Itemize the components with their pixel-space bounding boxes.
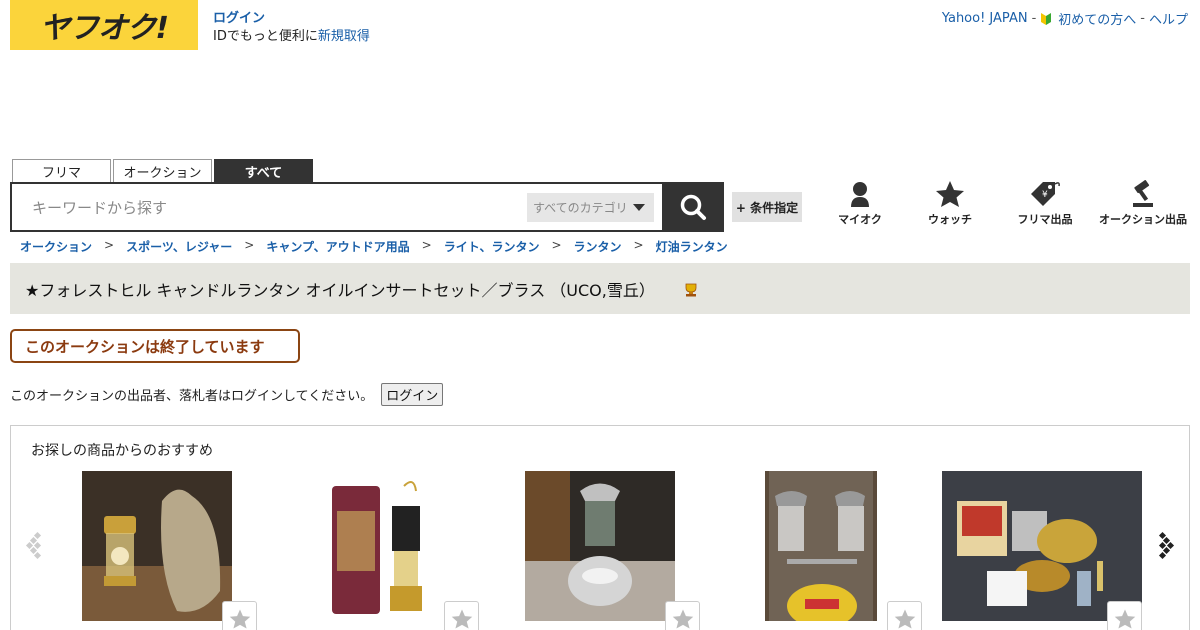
carousel-next-button[interactable] — [1156, 530, 1176, 564]
product-image-pressure-lantern[interactable] — [525, 471, 675, 621]
chevron-down-icon — [632, 204, 645, 211]
auction-ended-text: このオークションは終了しています — [25, 337, 265, 356]
breadcrumb: オークション > スポーツ、レジャー > キャンプ、アウトドア用品 > ライト、… — [20, 238, 728, 255]
search-tabs: フリマ オークション すべて — [12, 159, 313, 182]
tab-flea-market[interactable]: フリマ — [12, 159, 111, 182]
login-block: ログイン IDでもっと便利に新規取得 — [213, 10, 370, 46]
item-title-bar: ★フォレストヒル キャンドルランタン オイルインサートセット／ブラス （UCO,… — [10, 263, 1190, 314]
breadcrumb-item[interactable]: キャンプ、アウトドア用品 — [266, 238, 409, 255]
recommended-item[interactable] — [82, 471, 257, 630]
watch-button[interactable] — [222, 601, 257, 630]
recommended-item[interactable] — [942, 471, 1142, 630]
product-image-miners-lamp[interactable] — [304, 471, 454, 621]
nav-label: マイオク — [838, 213, 882, 226]
svg-text:¥: ¥ — [1042, 190, 1048, 200]
beginners-guide-link[interactable]: 初めての方へ — [1058, 9, 1136, 28]
breadcrumb-item[interactable]: ライト、ランタン — [444, 238, 540, 255]
item-title: ★フォレストヒル キャンドルランタン オイルインサートセット／ブラス （UCO,… — [25, 280, 655, 300]
recommended-item[interactable] — [747, 471, 922, 630]
product-image-twin-lantern[interactable] — [747, 471, 897, 621]
login-link[interactable]: ログイン — [213, 11, 265, 26]
header-nav: マイオク ウォッチ ¥ フリマ出品 オークション出品 — [810, 180, 1200, 230]
star-icon — [229, 608, 250, 629]
watch-button[interactable] — [1107, 601, 1142, 630]
breadcrumb-item[interactable]: 灯油ランタン — [656, 238, 728, 255]
product-image-brass-candle-lantern[interactable] — [82, 471, 232, 621]
breadcrumb-separator: > — [551, 238, 562, 252]
trophy-icon — [683, 282, 699, 296]
search-icon — [680, 194, 706, 220]
breadcrumb-separator: > — [244, 238, 255, 252]
chevron-right-icon — [1158, 531, 1175, 560]
breadcrumb-separator: > — [633, 238, 644, 252]
search-button[interactable] — [662, 182, 724, 232]
product-image-brass-stove[interactable] — [942, 471, 1142, 621]
top-link-separator: - — [1031, 11, 1037, 26]
star-icon — [936, 181, 964, 207]
breadcrumb-item[interactable]: オークション — [20, 238, 92, 255]
login-note-text: このオークションの出品者、落札者はログインしてください。 — [10, 389, 374, 404]
nav-label: フリマ出品 — [1017, 213, 1073, 226]
star-icon — [451, 608, 472, 629]
recommended-item[interactable] — [304, 471, 479, 630]
nav-flea-listing[interactable]: ¥ フリマ出品 — [995, 180, 1095, 227]
beginner-mark-icon — [1040, 12, 1052, 26]
gavel-icon — [1133, 180, 1153, 207]
watch-button[interactable] — [887, 601, 922, 630]
nav-watch[interactable]: ウォッチ — [900, 180, 1000, 227]
tab-auction[interactable]: オークション — [113, 159, 212, 182]
top-link-separator: - — [1140, 11, 1145, 26]
breadcrumb-item[interactable]: スポーツ、レジャー — [126, 238, 232, 255]
auction-ended-notice: このオークションは終了しています — [10, 329, 300, 363]
condition-button[interactable]: + 条件指定 — [732, 192, 802, 222]
nav-my-auction[interactable]: マイオク — [810, 180, 910, 227]
star-icon — [672, 608, 693, 629]
nav-auction-listing[interactable]: オークション出品 — [1093, 180, 1193, 227]
watch-button[interactable] — [665, 601, 700, 630]
tab-all[interactable]: すべて — [214, 159, 313, 182]
carousel-prev-button[interactable] — [25, 530, 45, 564]
login-note: このオークションの出品者、落札者はログインしてください。 ログイン — [10, 383, 444, 406]
nav-label: ウォッチ — [928, 213, 972, 226]
breadcrumb-separator: > — [104, 238, 115, 252]
signup-link[interactable]: 新規取得 — [318, 29, 370, 44]
logo-text: ヤフオク! — [39, 11, 169, 46]
star-icon — [894, 608, 915, 629]
search-input[interactable] — [22, 195, 502, 221]
chevron-left-icon — [25, 531, 42, 560]
yahuoku-logo[interactable]: ヤフオク! — [10, 0, 198, 50]
recommendations-panel: お探しの商品からのおすすめ — [10, 425, 1190, 630]
recommended-item[interactable] — [525, 471, 700, 630]
price-tag-icon: ¥ — [1031, 182, 1060, 206]
category-select[interactable]: すべてのカテゴリ — [527, 193, 654, 222]
nav-label: オークション出品 — [1099, 213, 1187, 226]
watch-button[interactable] — [444, 601, 479, 630]
breadcrumb-item[interactable]: ランタン — [574, 238, 622, 255]
help-link[interactable]: ヘルプ — [1149, 9, 1188, 28]
recommendations-title: お探しの商品からのおすすめ — [31, 443, 213, 459]
star-icon — [1114, 608, 1135, 629]
person-icon — [851, 182, 869, 207]
search-box: すべてのカテゴリ — [10, 182, 664, 232]
category-select-label: すべてのカテゴリ — [533, 201, 628, 215]
login-sub-text: IDでもっと便利に — [213, 29, 318, 44]
login-button[interactable]: ログイン — [381, 383, 444, 406]
yahoo-japan-link[interactable]: Yahoo! JAPAN — [942, 11, 1028, 26]
breadcrumb-separator: > — [421, 238, 432, 252]
top-links: Yahoo! JAPAN - 初めての方へ - ヘルプ — [942, 9, 1188, 28]
